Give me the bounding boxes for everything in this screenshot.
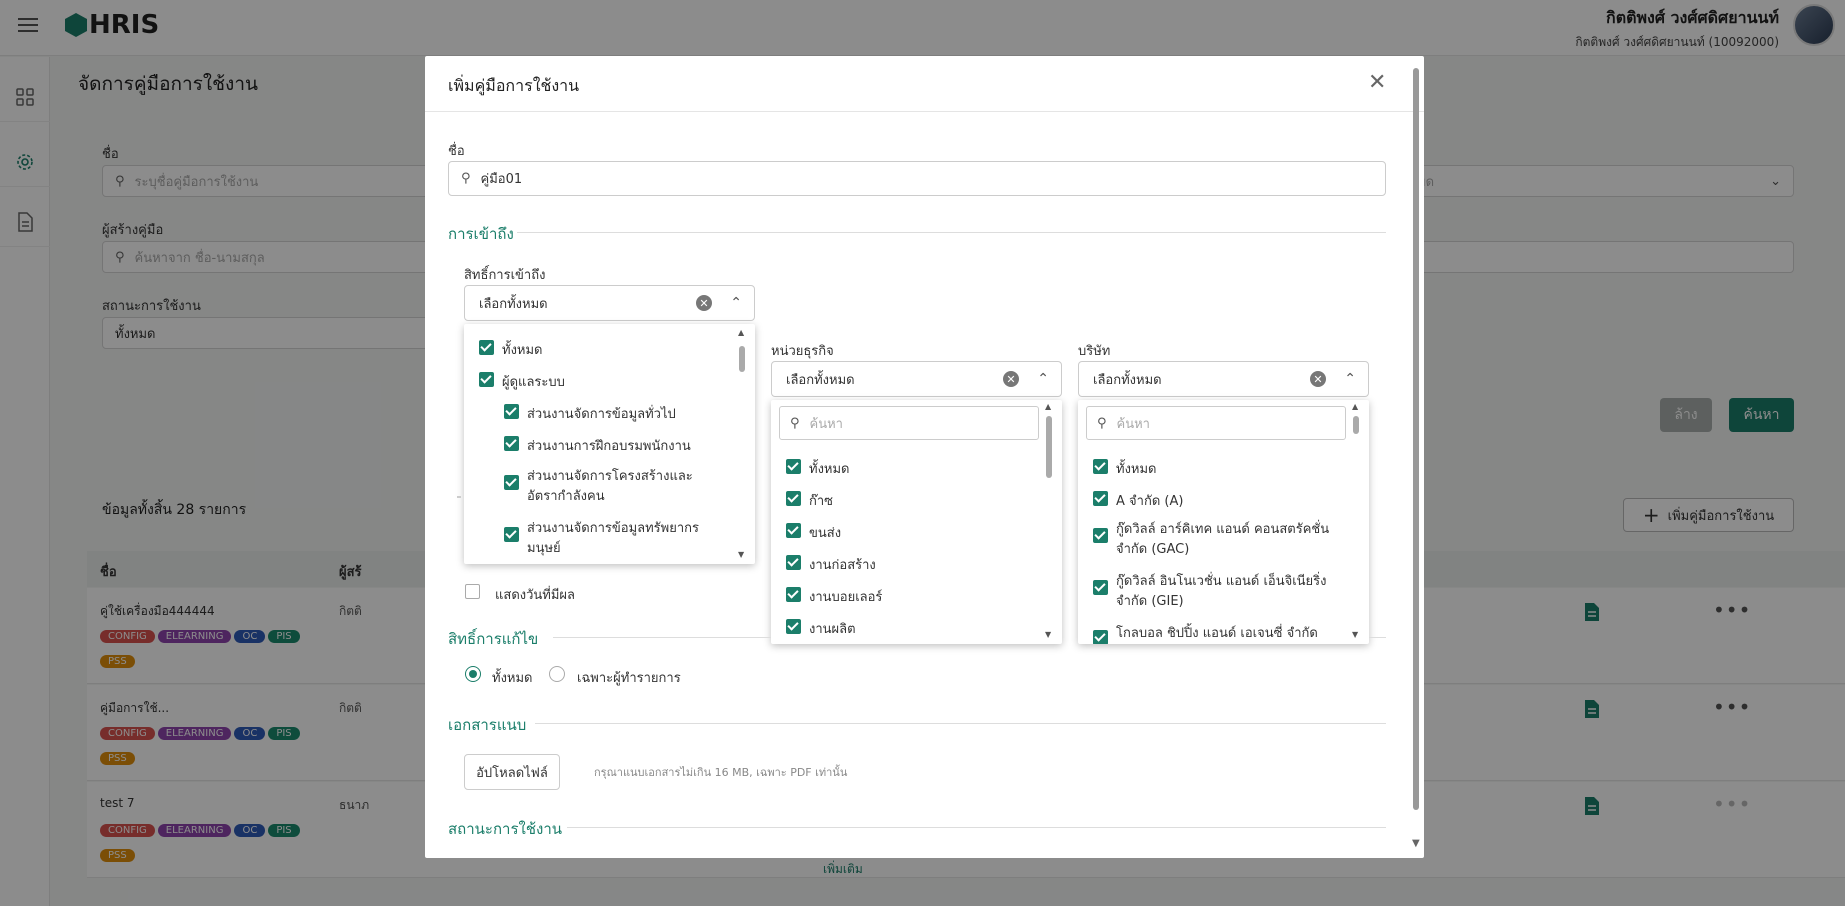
checkbox-checked-icon [786,619,801,634]
scroll-down-icon[interactable]: ▼ [1045,630,1051,639]
show-date-checkbox[interactable] [465,584,480,599]
modal-title: เพิ่มคู่มือการใช้งาน [448,76,580,95]
company-option[interactable]: โกลบอล ชิปปิ้ง แอนด์ เอเจนซี่ จำกัด [1093,624,1333,644]
scroll-down-icon[interactable]: ▼ [738,550,744,559]
chevron-up-icon[interactable]: ⌃ [730,295,742,311]
company-search-input[interactable]: ⚲ ค้นหา [1086,406,1346,440]
bu-option[interactable]: ทั้งหมด [786,458,850,479]
checkbox-checked-icon [504,436,519,451]
checkbox-checked-icon [786,587,801,602]
search-icon: ⚲ [461,171,471,186]
scroll-up-icon[interactable]: ▲ [738,328,744,337]
add-manual-modal: เพิ่มคู่มือการใช้งาน ✕ ▼ ชื่อ ⚲ คู่มือ01 … [425,56,1424,858]
search-icon: ⚲ [1097,415,1107,431]
clear-icon[interactable]: ✕ [696,295,712,311]
access-right-dropdown: ทั้งหมด ผู้ดูแลระบบ ส่วนงานจัดการข้อมูลท… [464,324,755,564]
checkbox-checked-icon [479,340,494,355]
divider [517,232,1386,233]
checkbox-checked-icon [786,523,801,538]
chevron-up-icon[interactable]: ⌃ [1037,371,1049,387]
upload-button[interactable]: อัปโหลดไฟล์ [464,754,560,790]
checkbox-checked-icon [1093,459,1108,474]
edit-section-title: สิทธิ์การแก้ไข [448,630,539,648]
modal-scrollbar[interactable] [1413,68,1419,810]
bu-option[interactable]: งานบอยเลอร์ [786,586,882,607]
bu-search-input[interactable]: ⚲ ค้นหา [779,406,1039,440]
dropdown-scrollbar[interactable] [1046,416,1052,478]
company-dropdown: ⚲ ค้นหา ทั้งหมด A จำกัด (A) กู๊ดวิลล์ อาร… [1078,400,1369,644]
company-option[interactable]: ทั้งหมด [1093,458,1157,479]
bu-option[interactable]: งานก่อสร้าง [786,554,876,575]
divider [567,827,1386,828]
scroll-up-icon[interactable]: ▲ [1352,402,1358,411]
bu-dropdown: ⚲ ค้นหา ทั้งหมด ก๊าซ ขนส่ง งานก่อสร้าง งา… [771,400,1062,644]
clear-icon[interactable]: ✕ [1003,371,1019,387]
bu-option[interactable]: งานผลิต [786,618,856,639]
dropdown-scrollbar[interactable] [739,346,745,372]
radio-owner-label: เฉพาะผู้ทำรายการ [577,671,681,686]
access-option[interactable]: ส่วนงานจัดการข้อมูลทรัพยากรมนุษย์ [504,519,714,559]
access-option[interactable]: ส่วนงานจัดการข้อมูลทั่วไป [504,403,676,424]
show-date-label: แสดงวันที่มีผล [495,588,576,603]
company-option[interactable]: กู๊ดวิลล์ อินโนเวชั่น แอนด์ เอ็นจิเนียริ… [1093,572,1333,612]
divider [535,723,1386,724]
access-option[interactable]: ผู้ดูแลระบบ [479,371,565,392]
bu-option[interactable]: ขนส่ง [786,522,841,543]
hidden-field-edge [457,496,461,498]
upload-hint: กรุณาแนบเอกสารไม่เกิน 16 MB, เฉพาะ PDF เ… [594,766,848,779]
checkbox-checked-icon [1093,491,1108,506]
radio-all[interactable] [465,666,481,682]
company-option[interactable]: กู๊ดวิลล์ อาร์คิเทค แอนด์ คอนสตรัคชั่น จ… [1093,520,1333,560]
close-icon[interactable]: ✕ [1368,70,1386,95]
bu-select[interactable]: เลือกทั้งหมด ✕ ⌃ [771,361,1062,397]
company-option[interactable]: A จำกัด (A) [1093,490,1183,511]
access-right-select[interactable]: เลือกทั้งหมด ✕ ⌃ [464,285,755,321]
attach-section-title: เอกสารแนบ [448,716,527,734]
checkbox-checked-icon [786,491,801,506]
access-option[interactable]: ทั้งหมด [479,339,543,360]
bu-option[interactable]: ก๊าซ [786,490,833,511]
checkbox-checked-icon [504,475,519,490]
bu-label: หน่วยธุรกิจ [771,344,834,359]
access-option[interactable]: ส่วนงานการฝึกอบรมพนักงาน [504,435,691,456]
search-icon: ⚲ [790,415,800,431]
scroll-down-icon[interactable]: ▼ [1412,838,1420,849]
radio-all-label: ทั้งหมด [492,671,533,686]
access-right-label: สิทธิ์การเข้าถึง [464,268,546,283]
name-label: ชื่อ [448,144,465,159]
company-select[interactable]: เลือกทั้งหมด ✕ ⌃ [1078,361,1369,397]
checkbox-checked-icon [1093,528,1108,543]
name-input[interactable]: ⚲ คู่มือ01 [448,161,1386,196]
scroll-up-icon[interactable]: ▲ [1045,402,1051,411]
checkbox-checked-icon [1093,630,1108,644]
company-label: บริษัท [1078,344,1111,359]
modal-header: เพิ่มคู่มือการใช้งาน ✕ [425,56,1424,112]
access-section-title: การเข้าถึง [448,225,514,243]
checkbox-checked-icon [504,404,519,419]
scroll-down-icon[interactable]: ▼ [1352,630,1358,639]
checkbox-checked-icon [786,459,801,474]
divider [1369,637,1386,638]
status-section-title: สถานะการใช้งาน [448,820,563,838]
checkbox-checked-icon [786,555,801,570]
checkbox-checked-icon [504,527,519,542]
checkbox-checked-icon [1093,580,1108,595]
chevron-up-icon[interactable]: ⌃ [1344,371,1356,387]
divider [553,637,771,638]
clear-icon[interactable]: ✕ [1310,371,1326,387]
access-option[interactable]: ส่วนงานจัดการโครงสร้างและอัตรากำลังคน [504,467,714,507]
dropdown-scrollbar[interactable] [1353,416,1359,434]
radio-owner[interactable] [549,666,565,682]
checkbox-checked-icon [479,372,494,387]
